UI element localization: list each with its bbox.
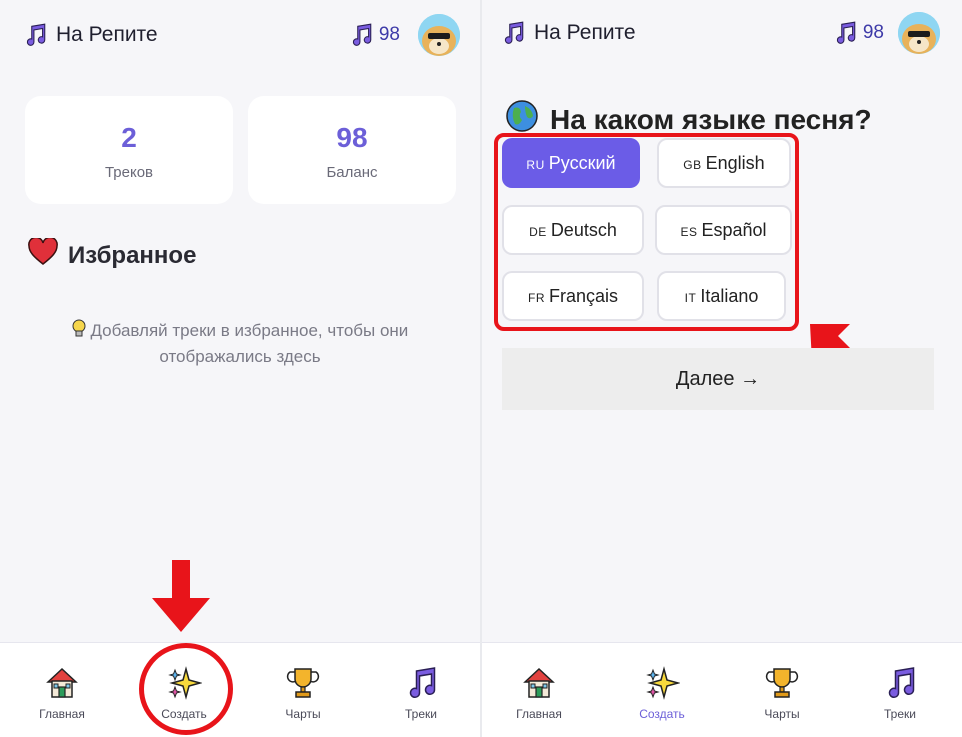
balance-badge[interactable]: 98 [832, 20, 884, 46]
nav-label-create: Создать [639, 707, 685, 721]
balance-value: 98 [862, 22, 884, 43]
bottom-nav: Главная Создать Чарты Треки [0, 642, 480, 737]
app-title[interactable]: На Репите [500, 20, 636, 46]
music-note-icon [22, 22, 48, 48]
music-note-icon [832, 20, 858, 46]
trophy-icon [764, 665, 800, 701]
trophy-icon [285, 665, 321, 701]
house-icon [521, 665, 557, 701]
question-text: На каком языке песня? [550, 103, 872, 135]
music-note-icon [403, 665, 439, 701]
next-button[interactable]: Далее → [502, 348, 934, 410]
favorites-empty-hint: Добавляй треки в избранное, чтобы они от… [40, 318, 440, 370]
nav-label-home: Главная [39, 707, 85, 721]
app-title-text: На Репите [56, 23, 158, 46]
tracks-stat-card: 2 Треков [25, 96, 233, 204]
balance-label: Баланс [326, 164, 378, 181]
balance-value: 98 [378, 24, 400, 45]
annotation-highlight-box [494, 133, 799, 331]
music-note-icon [882, 665, 918, 701]
nav-label-tracks: Треки [405, 707, 437, 721]
tracks-label: Треков [104, 164, 154, 181]
music-note-icon [500, 20, 526, 46]
nav-item-tracks[interactable]: Треки [840, 665, 960, 721]
home-screen: На Репите 98 2 Треков 98 Баланс Избранно… [0, 0, 480, 737]
create-screen: На Репите 98 На каком языке песня? RU Рус… [482, 0, 962, 737]
app-header: На Репите 98 [0, 0, 480, 70]
music-note-icon [348, 22, 374, 48]
nav-item-home[interactable]: Главная [2, 665, 122, 721]
tracks-count: 2 [121, 122, 137, 153]
nav-item-charts[interactable]: Чарты [722, 665, 842, 721]
balance-count: 98 [336, 122, 368, 153]
app-title[interactable]: На Репите [22, 22, 158, 48]
annotation-circle [139, 643, 233, 735]
annotation-arrow-down [152, 560, 210, 632]
lightbulb-icon [72, 319, 91, 340]
nav-label-charts: Чарты [764, 707, 800, 721]
nav-label-charts: Чарты [285, 707, 321, 721]
house-icon [44, 665, 80, 701]
nav-item-create[interactable]: Создать [602, 665, 722, 721]
avatar[interactable] [898, 12, 940, 54]
bottom-nav: Главная Создать Чарты Треки [482, 642, 962, 737]
favorites-heading: Избранное [28, 236, 197, 273]
nav-label-home: Главная [516, 707, 562, 721]
sparkles-icon [644, 665, 680, 701]
balance-badge[interactable]: 98 [348, 22, 400, 48]
nav-label-tracks: Треки [884, 707, 916, 721]
balance-stat-card: 98 Баланс [248, 96, 456, 204]
avatar[interactable] [418, 14, 460, 56]
nav-item-home[interactable]: Главная [482, 665, 599, 721]
favorites-title: Избранное [68, 241, 197, 269]
heart-icon [28, 236, 58, 273]
nav-item-charts[interactable]: Чарты [243, 665, 363, 721]
app-header: На Репите 98 [482, 0, 962, 70]
nav-item-tracks[interactable]: Треки [361, 665, 480, 721]
empty-hint-text: Добавляй треки в избранное, чтобы они от… [90, 321, 409, 366]
app-title-text: На Репите [534, 21, 636, 44]
